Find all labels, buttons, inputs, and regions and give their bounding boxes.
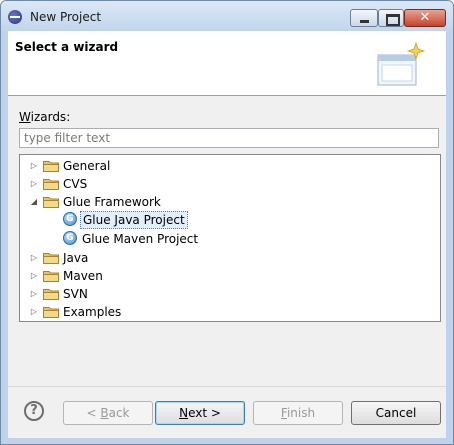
- finish-button[interactable]: Finish: [253, 401, 343, 425]
- tree-item-label: General: [63, 159, 111, 173]
- cancel-button[interactable]: Cancel: [351, 401, 441, 425]
- separator: [8, 386, 446, 387]
- close-button[interactable]: ✕: [404, 9, 446, 27]
- help-icon[interactable]: ?: [24, 401, 44, 421]
- filter-input[interactable]: [19, 128, 439, 148]
- new-project-window: New Project ✕ Select a wizard Wizards: ▷…: [0, 0, 454, 445]
- minimize-button[interactable]: [350, 9, 378, 27]
- tree-item-label: Maven: [63, 269, 103, 283]
- folder-icon: [43, 161, 59, 172]
- folder-icon: [43, 179, 59, 190]
- tree-item-label: Glue Java Project: [80, 211, 188, 229]
- maximize-button[interactable]: [378, 9, 404, 27]
- tree-item-maven[interactable]: ▷ Maven: [20, 267, 438, 285]
- tree-item-general[interactable]: ▷ General: [20, 157, 438, 175]
- tree-item-cvs[interactable]: ▷ CVS: [20, 175, 438, 193]
- dialog-body: Select a wizard Wizards: ▷ General ▷ CVS ◢ Gl…: [8, 31, 446, 438]
- folder-icon: [43, 197, 59, 208]
- collapsed-arrow-icon[interactable]: ▷: [29, 175, 39, 193]
- minimize-icon: [360, 20, 369, 23]
- tree-item-glue-java-project[interactable]: G Glue Java Project: [20, 211, 438, 229]
- wizard-header: Select a wizard: [8, 31, 446, 96]
- tree-item-label: Examples: [63, 305, 122, 319]
- tree-item-label: Java: [63, 251, 89, 265]
- collapsed-arrow-icon[interactable]: ▷: [29, 157, 39, 175]
- close-icon: ✕: [419, 10, 431, 25]
- wizard-tree[interactable]: ▷ General ▷ CVS ◢ Glue Framework G Glue Java Pr…: [19, 154, 441, 322]
- collapsed-arrow-icon[interactable]: ▷: [29, 303, 39, 321]
- tree-item-glue-maven-project[interactable]: G Glue Maven Project: [20, 230, 438, 248]
- tree-item-java[interactable]: ▷ Java: [20, 249, 438, 267]
- collapsed-arrow-icon[interactable]: ▷: [29, 267, 39, 285]
- folder-icon: [43, 271, 59, 282]
- expanded-arrow-icon[interactable]: ◢: [29, 193, 39, 211]
- title-bar[interactable]: New Project ✕: [1, 1, 453, 31]
- tree-item-label: SVN: [63, 287, 88, 301]
- tree-item-examples[interactable]: ▷ Examples: [20, 303, 438, 321]
- window-title: New Project: [30, 10, 102, 24]
- collapsed-arrow-icon[interactable]: ▷: [29, 285, 39, 303]
- wizards-label: Wizards:: [19, 110, 71, 124]
- folder-icon: [43, 289, 59, 300]
- next-button[interactable]: Next >: [155, 401, 245, 425]
- eclipse-icon: [8, 10, 22, 24]
- maximize-icon: [386, 14, 400, 26]
- tree-item-glue-framework[interactable]: ◢ Glue Framework: [20, 193, 438, 211]
- tree-item-svn[interactable]: ▷ SVN: [20, 285, 438, 303]
- collapsed-arrow-icon[interactable]: ▷: [29, 249, 39, 267]
- back-button[interactable]: < Back: [63, 401, 153, 425]
- glue-project-icon: G: [63, 231, 77, 245]
- tree-item-label: Glue Framework: [63, 195, 161, 209]
- header-title: Select a wizard: [15, 40, 119, 54]
- glue-project-icon: G: [63, 212, 77, 226]
- tree-item-label: Glue Maven Project: [82, 232, 199, 246]
- folder-icon: [43, 253, 59, 264]
- tree-item-label: CVS: [63, 177, 88, 191]
- new-wizard-banner-icon: [377, 41, 426, 86]
- folder-icon: [43, 307, 59, 318]
